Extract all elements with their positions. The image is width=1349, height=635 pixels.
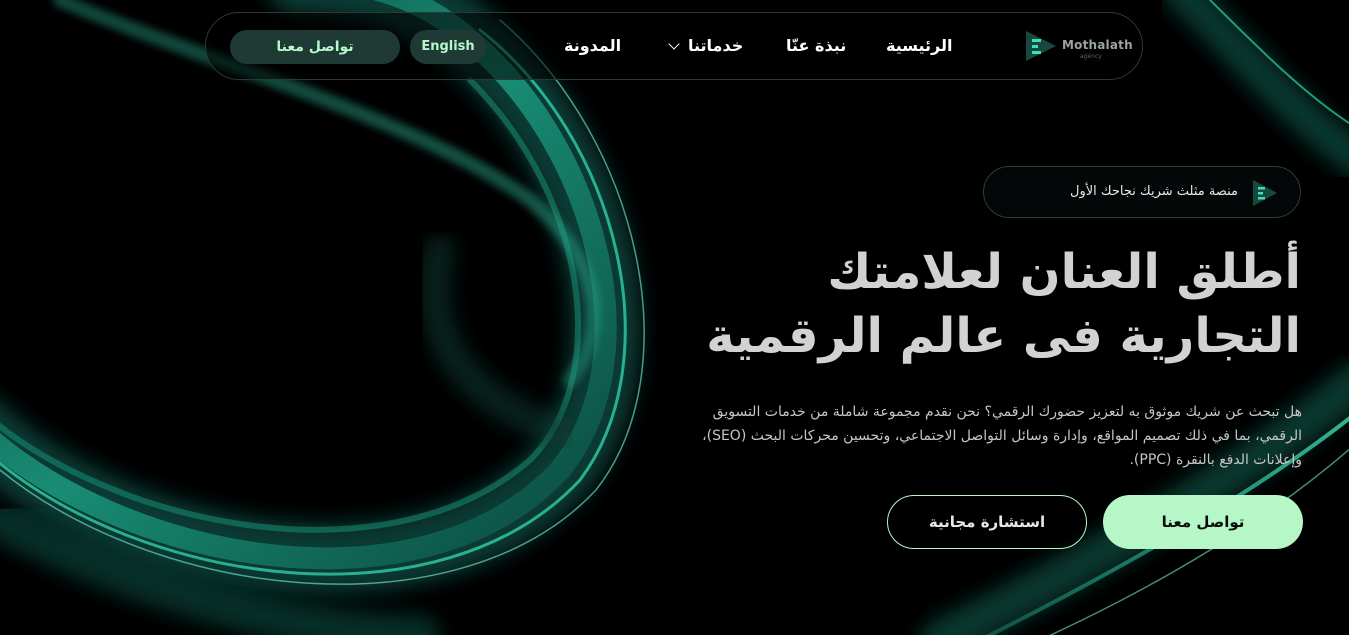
hero-headline-line-1: أطلق العنان لعلامتك xyxy=(827,244,1301,300)
triangle-logo-icon xyxy=(1253,180,1277,206)
hero-description: هل تبحث عن شريك موثوق به لتعزيز حضورك ال… xyxy=(702,404,1302,468)
hero-badge: منصة مثلث شريك نجاحك الأول xyxy=(983,166,1301,218)
nav-link-home[interactable]: الرئيسية xyxy=(886,36,953,55)
hero-badge-text: منصة مثلث شريك نجاحك الأول xyxy=(1070,184,1238,199)
brand-logo[interactable]: Mothalath agency xyxy=(1024,29,1133,65)
logo-subtitle: agency xyxy=(1080,53,1102,60)
nav-services-label: خدماتنا xyxy=(688,36,744,55)
hero-headline: أطلق العنان لعلامتك التجارية فى عالم الر… xyxy=(706,240,1301,368)
chevron-down-icon xyxy=(668,38,680,50)
nav-link-about[interactable]: نبذة عنّا xyxy=(786,36,846,55)
top-navigation-bar: Mothalath agency الرئيسية نبذة عنّا خدما… xyxy=(205,12,1143,80)
free-consultation-button[interactable]: استشارة مجانية xyxy=(887,495,1087,549)
language-toggle-button[interactable]: English xyxy=(410,30,486,64)
nav-link-blog[interactable]: المدونة xyxy=(564,36,621,55)
nav-dropdown-services[interactable]: خدماتنا xyxy=(668,36,744,55)
logo-wordmark: Mothalath xyxy=(1062,38,1133,52)
contact-us-button[interactable]: تواصل معنا xyxy=(1103,495,1303,549)
hero-headline-line-2: التجارية فى عالم الرقمية xyxy=(706,308,1301,364)
triangle-logo-icon xyxy=(1026,31,1056,61)
nav-contact-button[interactable]: تواصل معنا xyxy=(230,30,400,64)
